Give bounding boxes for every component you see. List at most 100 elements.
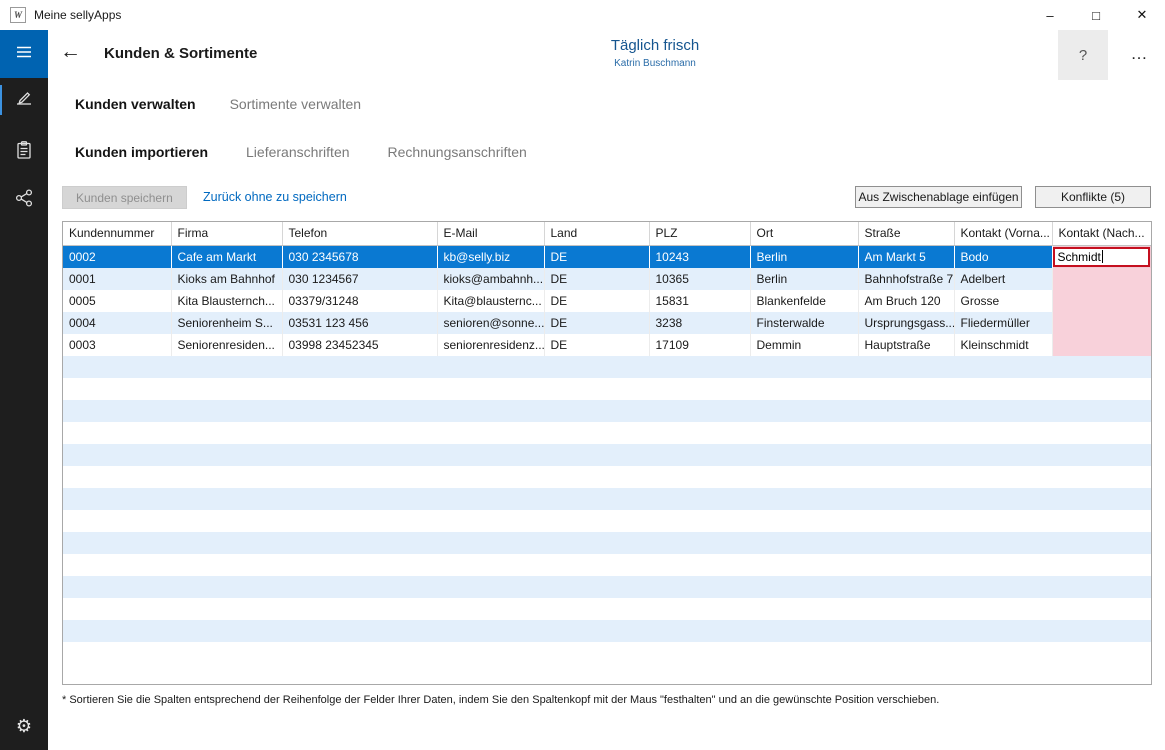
table-cell-kontakt-nachname[interactable] — [1052, 290, 1151, 312]
empty-cell — [63, 400, 1151, 422]
column-header-2[interactable]: Firma — [171, 222, 282, 245]
table-cell[interactable]: 10365 — [649, 268, 750, 290]
table-cell[interactable]: 03531 123 456 — [282, 312, 437, 334]
maximize-button[interactable]: □ — [1073, 0, 1119, 30]
tab-kunden-importieren[interactable]: Kunden importieren — [75, 144, 208, 160]
table-cell[interactable]: DE — [544, 334, 649, 356]
table-row[interactable]: 0001Kioks am Bahnhof030 1234567kioks@amb… — [63, 268, 1151, 290]
table-cell[interactable]: Bahnhofstraße 7 — [858, 268, 954, 290]
table-cell[interactable]: seniorenresidenz... — [437, 334, 544, 356]
table-cell[interactable]: Fliedermüller — [954, 312, 1052, 334]
empty-cell — [63, 488, 1151, 510]
column-header-3[interactable]: Telefon — [282, 222, 437, 245]
minimize-button[interactable]: – — [1027, 0, 1073, 30]
table-cell[interactable]: Finsterwalde — [750, 312, 858, 334]
table-cell[interactable]: 0003 — [63, 334, 171, 356]
table-cell[interactable]: 17109 — [649, 334, 750, 356]
table-cell[interactable]: 03379/31248 — [282, 290, 437, 312]
tab-lieferanschriften[interactable]: Lieferanschriften — [246, 144, 350, 160]
column-header-7[interactable]: Ort — [750, 222, 858, 245]
table-cell[interactable]: Bodo — [954, 245, 1052, 268]
table-cell[interactable]: Berlin — [750, 268, 858, 290]
table-cell[interactable]: Blankenfelde — [750, 290, 858, 312]
table-cell[interactable]: DE — [544, 268, 649, 290]
empty-row — [63, 488, 1151, 510]
table-cell[interactable]: 3238 — [649, 312, 750, 334]
ellipsis-icon: … — [1131, 44, 1148, 64]
tab-rechnungsanschriften[interactable]: Rechnungsanschriften — [388, 144, 527, 160]
table-cell[interactable]: 10243 — [649, 245, 750, 268]
conflicts-button[interactable]: Konflikte (5) — [1035, 186, 1151, 208]
table-cell[interactable]: Grosse — [954, 290, 1052, 312]
table-cell[interactable]: senioren@sonne... — [437, 312, 544, 334]
empty-row — [63, 466, 1151, 488]
table-cell[interactable]: Ursprungsgass... — [858, 312, 954, 334]
secondary-tabs: Kunden importieren Lieferanschriften Rec… — [75, 144, 527, 160]
titlebar: W Meine sellyApps – □ ✕ — [0, 0, 1165, 30]
table-cell[interactable]: 0004 — [63, 312, 171, 334]
table-cell[interactable]: Kioks am Bahnhof — [171, 268, 282, 290]
table-cell[interactable]: Demmin — [750, 334, 858, 356]
table-cell[interactable]: 030 1234567 — [282, 268, 437, 290]
table-cell[interactable]: Cafe am Markt — [171, 245, 282, 268]
help-button[interactable]: ? — [1058, 30, 1108, 80]
tab-sortimente-verwalten[interactable]: Sortimente verwalten — [230, 96, 362, 112]
table-cell[interactable]: 03998 23452345 — [282, 334, 437, 356]
table-cell[interactable]: Kita@blausternc... — [437, 290, 544, 312]
table-cell[interactable]: 0001 — [63, 268, 171, 290]
table-cell[interactable]: Berlin — [750, 245, 858, 268]
table-cell[interactable]: 0002 — [63, 245, 171, 268]
table-cell-kontakt-nachname[interactable] — [1052, 312, 1151, 334]
table-cell[interactable]: Kita Blausternch... — [171, 290, 282, 312]
table-cell[interactable]: DE — [544, 312, 649, 334]
column-header-9[interactable]: Kontakt (Vorna... — [954, 222, 1052, 245]
paste-from-clipboard-button[interactable]: Aus Zwischenablage einfügen — [855, 186, 1022, 208]
back-without-saving-link[interactable]: Zurück ohne zu speichern — [203, 190, 347, 204]
save-customers-button[interactable]: Kunden speichern — [62, 186, 187, 209]
empty-cell — [63, 422, 1151, 444]
back-button[interactable]: ← — [60, 41, 81, 62]
table-cell[interactable]: Adelbert — [954, 268, 1052, 290]
lastname-edit-input[interactable]: Schmidt — [1053, 247, 1151, 267]
table-cell[interactable]: DE — [544, 245, 649, 268]
table-cell[interactable]: kioks@ambahnh... — [437, 268, 544, 290]
column-header-6[interactable]: PLZ — [649, 222, 750, 245]
more-options-button[interactable]: … — [1120, 40, 1158, 68]
tab-kunden-verwalten[interactable]: Kunden verwalten — [75, 96, 196, 112]
empty-cell — [63, 598, 1151, 620]
sidebar-item-customers[interactable] — [0, 78, 48, 122]
settings-gear-button[interactable]: ⚙ — [0, 708, 48, 744]
table-row[interactable]: 0005Kita Blausternch...03379/31248Kita@b… — [63, 290, 1151, 312]
table-cell-kontakt-nachname[interactable]: Schmidt — [1052, 245, 1151, 268]
account-name: Täglich frisch — [505, 37, 805, 54]
table-cell[interactable]: Seniorenheim S... — [171, 312, 282, 334]
table-cell[interactable]: Hauptstraße — [858, 334, 954, 356]
table-cell[interactable]: Kleinschmidt — [954, 334, 1052, 356]
column-header-8[interactable]: Straße — [858, 222, 954, 245]
table-cell[interactable]: 030 2345678 — [282, 245, 437, 268]
sidebar-item-connections[interactable] — [0, 178, 48, 222]
hamburger-menu-button[interactable] — [0, 30, 48, 78]
page-title: Kunden & Sortimente — [104, 45, 257, 62]
column-header-4[interactable]: E-Mail — [437, 222, 544, 245]
table-cell[interactable]: Am Markt 5 — [858, 245, 954, 268]
table-row[interactable]: 0002Cafe am Markt030 2345678kb@selly.biz… — [63, 245, 1151, 268]
table-cell-kontakt-nachname[interactable] — [1052, 268, 1151, 290]
table-cell-kontakt-nachname[interactable] — [1052, 334, 1151, 356]
sidebar-item-orders[interactable] — [0, 130, 48, 174]
empty-row — [63, 510, 1151, 532]
column-header-10[interactable]: Kontakt (Nach... — [1052, 222, 1151, 245]
table-cell[interactable]: 0005 — [63, 290, 171, 312]
column-header-1[interactable]: Kundennummer — [63, 222, 171, 245]
table-row[interactable]: 0003Seniorenresiden...03998 23452345seni… — [63, 334, 1151, 356]
pen-form-icon — [14, 88, 34, 113]
table-row[interactable]: 0004Seniorenheim S...03531 123 456senior… — [63, 312, 1151, 334]
table-cell[interactable]: kb@selly.biz — [437, 245, 544, 268]
table-cell[interactable]: DE — [544, 290, 649, 312]
column-header-5[interactable]: Land — [544, 222, 649, 245]
close-button[interactable]: ✕ — [1119, 0, 1165, 30]
table-cell[interactable]: 15831 — [649, 290, 750, 312]
empty-row — [63, 400, 1151, 422]
table-cell[interactable]: Am Bruch 120 — [858, 290, 954, 312]
table-cell[interactable]: Seniorenresiden... — [171, 334, 282, 356]
